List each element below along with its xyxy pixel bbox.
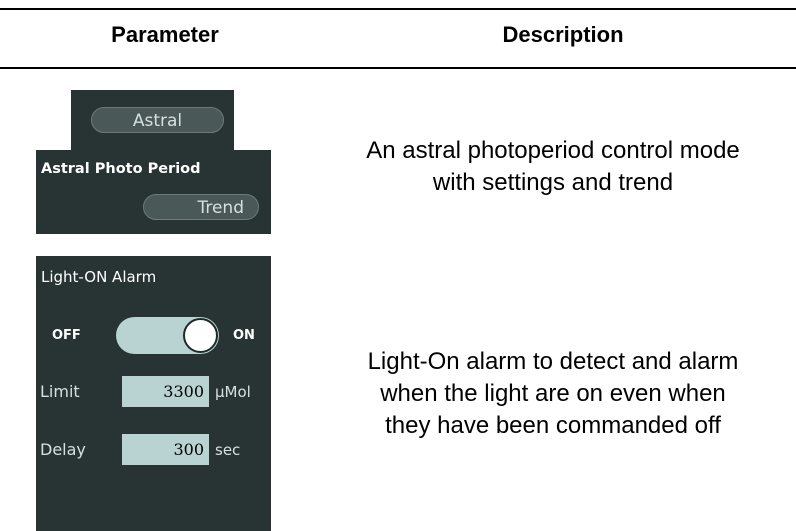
toggle-on-label: ON: [233, 328, 255, 343]
table-header-rule: [0, 67, 796, 69]
astral-description-line: with settings and trend: [432, 169, 674, 196]
limit-label: Limit: [40, 382, 80, 401]
delay-label: Delay: [40, 440, 86, 459]
table-top-rule: [0, 8, 796, 10]
astral-description-line: An astral photoperiod control mode: [366, 137, 740, 164]
astral-description: An astral photoperiod control mode with …: [310, 135, 796, 199]
astral-tab-area: Astral: [71, 90, 234, 150]
delay-unit: sec: [215, 441, 241, 459]
alarm-description-line: Light-On alarm to detect and alarm: [367, 348, 739, 375]
toggle-off-label: OFF: [52, 328, 81, 343]
alarm-toggle-switch[interactable]: [116, 317, 219, 354]
alarm-description: Light-On alarm to detect and alarm when …: [310, 346, 796, 442]
astral-panel-title: Astral Photo Period: [41, 161, 201, 177]
trend-button[interactable]: Trend: [143, 194, 259, 220]
limit-unit: μMol: [215, 383, 251, 401]
astral-mode-button[interactable]: Astral: [91, 107, 224, 133]
alarm-panel-title: Light-ON Alarm: [41, 268, 157, 286]
delay-input[interactable]: 300: [122, 434, 209, 465]
alarm-description-line: they have been commanded off: [385, 412, 721, 439]
toggle-knob[interactable]: [183, 318, 218, 353]
alarm-description-line: when the light are on even when: [380, 380, 726, 407]
light-on-alarm-panel: Light-ON Alarm OFF ON Limit 3300 μMol De…: [36, 256, 271, 531]
header-description: Description: [502, 22, 624, 47]
astral-panel: Astral Photo Period Trend: [36, 150, 271, 234]
limit-input[interactable]: 3300: [122, 376, 209, 407]
header-parameter: Parameter: [111, 22, 219, 47]
